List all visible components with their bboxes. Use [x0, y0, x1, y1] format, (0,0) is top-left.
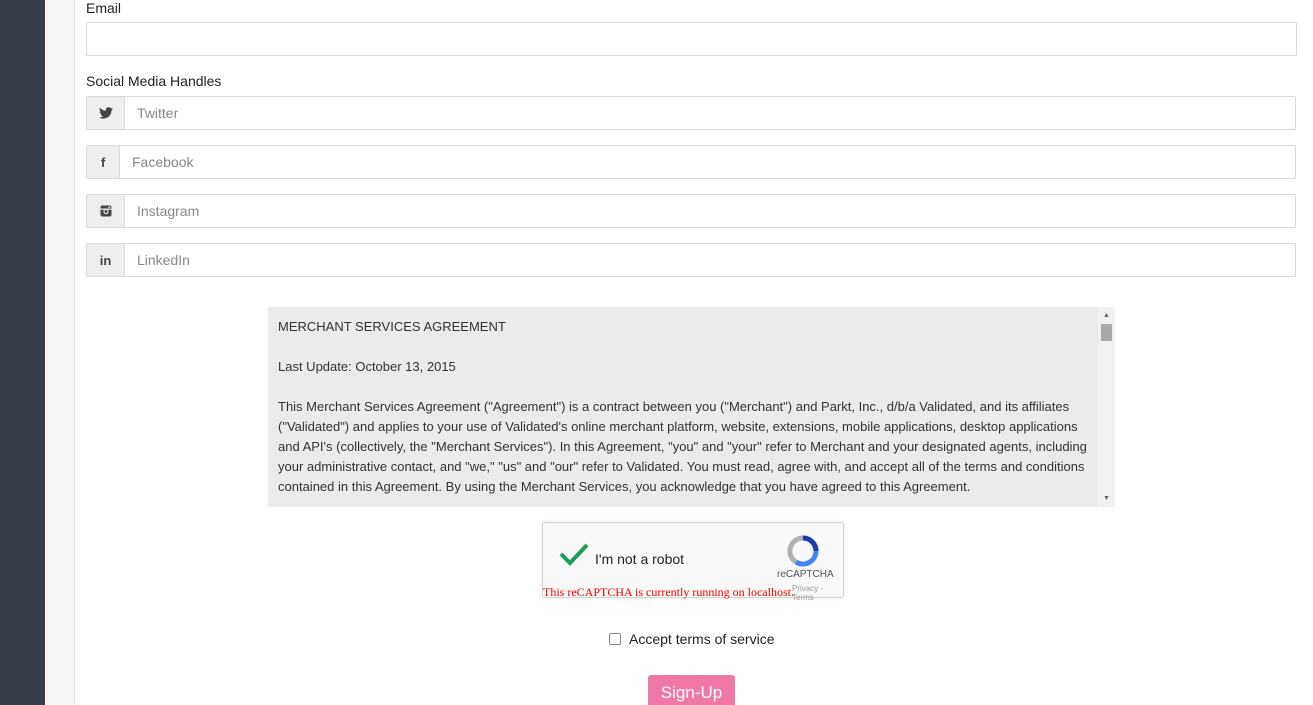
linkedin-icon: in: [87, 244, 125, 276]
recaptcha-terms-link[interactable]: Privacy - Terms: [792, 584, 843, 602]
accept-terms-row: Accept terms of service: [609, 631, 775, 647]
accept-terms-label[interactable]: Accept terms of service: [629, 631, 775, 647]
agreement-content: MERCHANT SERVICES AGREEMENT Last Update:…: [268, 307, 1115, 497]
signup-button[interactable]: Sign-Up: [648, 675, 735, 705]
checkmark-icon[interactable]: [559, 542, 589, 571]
agreement-title: MERCHANT SERVICES AGREEMENT: [278, 319, 506, 334]
instagram-input[interactable]: Instagram: [125, 195, 1295, 227]
recaptcha-logo-icon: [787, 535, 819, 572]
twitter-input[interactable]: Twitter: [125, 97, 1295, 129]
scroll-thumb[interactable]: [1101, 324, 1112, 341]
scroll-down-arrow-icon[interactable]: ▼: [1098, 490, 1115, 507]
linkedin-input[interactable]: LinkedIn: [125, 244, 1295, 276]
agreement-scrollbar[interactable]: ▲ ▼: [1098, 307, 1115, 507]
accept-terms-checkbox[interactable]: [609, 633, 621, 645]
scroll-up-arrow-icon[interactable]: ▲: [1098, 307, 1115, 324]
sidebar: [0, 0, 45, 705]
facebook-input-group: f Facebook: [86, 145, 1296, 179]
social-handles-label: Social Media Handles: [86, 73, 222, 89]
recaptcha-widget: I'm not a robot reCAPTCHA Privacy - Term…: [542, 522, 844, 602]
email-field[interactable]: [86, 22, 1297, 56]
instagram-icon: [87, 195, 125, 227]
instagram-input-group: Instagram: [86, 194, 1296, 228]
agreement-body: This Merchant Services Agreement ("Agree…: [278, 399, 1087, 494]
recaptcha-brand: reCAPTCHA: [777, 569, 834, 580]
linkedin-input-group: in LinkedIn: [86, 243, 1296, 277]
recaptcha-label: I'm not a robot: [595, 551, 685, 567]
twitter-input-group: Twitter: [86, 96, 1296, 130]
signup-form-panel: Email Social Media Handles Twitter f Fac…: [74, 0, 1313, 705]
recaptcha-localhost-warning: This reCAPTCHA is currently running on l…: [543, 585, 794, 599]
facebook-input[interactable]: Facebook: [120, 146, 1295, 178]
facebook-icon: f: [87, 146, 120, 178]
agreement-textbox[interactable]: MERCHANT SERVICES AGREEMENT Last Update:…: [268, 307, 1115, 507]
agreement-last-update: Last Update: October 13, 2015: [278, 359, 456, 374]
twitter-icon: [87, 97, 125, 129]
email-label: Email: [86, 0, 122, 16]
